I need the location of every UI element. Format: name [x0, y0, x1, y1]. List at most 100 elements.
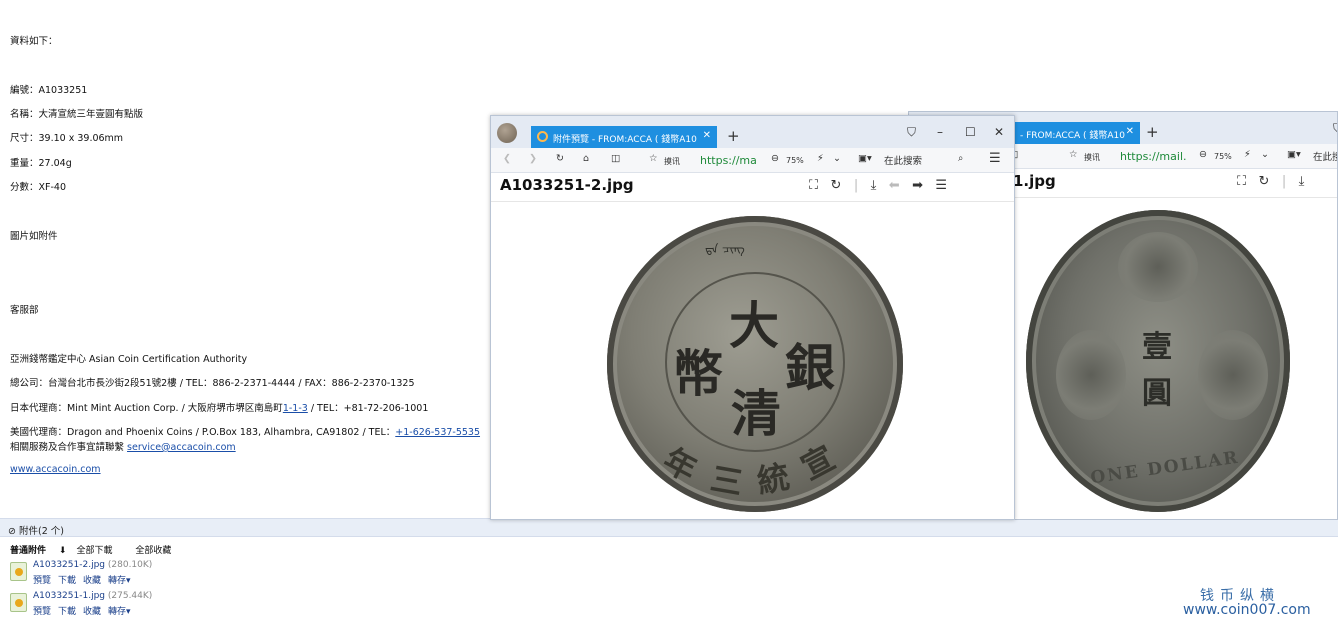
viewer-toolbar: ⛶ ↻ | ⤓ — [1237, 174, 1304, 189]
watermark-url: www.coin007.com — [1183, 602, 1311, 618]
mail-us-text: 美國代理商：Dragon and Phoenix Coins / P.O.Box… — [10, 427, 396, 438]
lightning-icon[interactable]: ⚡ — [1244, 149, 1251, 160]
save-link[interactable]: 收藏 — [83, 576, 101, 586]
star-icon[interactable]: ☆ — [1069, 149, 1078, 160]
download-all-label: 全部下載 — [76, 546, 113, 556]
mail-contact-email[interactable]: service@accacoin.com — [127, 442, 236, 453]
list-icon[interactable]: ☰ — [935, 178, 947, 193]
coin-char-yin: 銀 — [785, 338, 835, 397]
menu-icon[interactable]: ⛉ — [1333, 121, 1337, 136]
forward-dropdown[interactable]: 轉存▾ — [108, 607, 131, 617]
preview-window-obverse: 附件預覽 - FROM:ACCA ( 錢幣A10 ✕ + ⛉ – ☐ ✕ ❮ ❯… — [490, 115, 1015, 520]
minimize-icon[interactable]: – — [937, 125, 943, 139]
attachments-header[interactable]: ⊘ 附件(2 个) — [0, 518, 1338, 537]
coin-rim-char-xuan: 宣 — [794, 438, 842, 488]
chevron-down-icon[interactable]: ⌄ — [1261, 149, 1269, 160]
download-all-link[interactable]: ⬇ 全部下載 — [59, 546, 123, 556]
mail-name: 名稱：大清宣統三年壹圓有點版 — [10, 109, 144, 120]
close-tab-icon[interactable]: ✕ — [703, 130, 711, 141]
mail-us-tel[interactable]: +1-626-537-5535 — [395, 427, 480, 438]
new-tab-button[interactable]: + — [1146, 123, 1159, 141]
separator: | — [1281, 174, 1287, 189]
chevron-down-icon[interactable]: ⌄ — [833, 153, 841, 164]
image-file-icon — [10, 562, 27, 581]
search-engine-icon[interactable]: ▣▾ — [858, 153, 872, 164]
menu-icon[interactable]: ⛉ — [907, 125, 916, 140]
attachment-size: (275.44K) — [107, 591, 153, 601]
mail-jp: 日本代理商：Mint Mint Auction Corp. / 大阪府堺市堺区南… — [10, 400, 428, 414]
save-link[interactable]: 收藏 — [83, 607, 101, 617]
mail-intro: 資料如下： — [10, 36, 58, 47]
mail-jp-link[interactable]: 1-1-3 — [283, 403, 308, 414]
coin-manchu-legend: ᠳᠠ ᠴᠢᠩ — [705, 242, 745, 256]
download-link[interactable]: 下載 — [58, 607, 76, 617]
file-title: 1.jpg — [1013, 172, 1056, 190]
coin-rim-char-tong: 統 — [754, 457, 793, 501]
attachments-count: 附件(2 个) — [19, 526, 64, 537]
preview-link[interactable]: 預覽 — [33, 576, 51, 586]
close-tab-icon[interactable]: ✕ — [1126, 126, 1134, 137]
fit-screen-icon[interactable]: ⛶ — [809, 178, 818, 193]
star-icon[interactable]: ☆ — [649, 153, 658, 164]
arrow-left-icon[interactable]: ⬅ — [889, 178, 900, 193]
download-link[interactable]: 下載 — [58, 576, 76, 586]
rotate-icon[interactable]: ↻ — [831, 178, 842, 193]
tab-attachment-preview[interactable]: 附件預覽 - FROM:ACCA ( 錢幣A10 ✕ — [531, 126, 717, 148]
viewer-toolbar: ⛶ ↻ | ⤓ ⬅ ➡ ☰ — [809, 178, 947, 193]
tab-title: - FROM:ACCA ( 錢幣A10 — [1020, 131, 1125, 141]
tab-attachment-preview[interactable]: - FROM:ACCA ( 錢幣A10 ✕ — [1014, 122, 1140, 144]
zoom-icon[interactable]: ⊖ — [1199, 149, 1207, 160]
attachment-name[interactable]: A1033251-2.jpg — [33, 560, 105, 570]
forward-icon[interactable]: ❯ — [529, 153, 537, 164]
coin-char-bi: 幣 — [673, 344, 723, 403]
browser-icon — [537, 131, 548, 142]
file-title: A1033251-2.jpg — [500, 176, 634, 194]
dragon-head — [1118, 232, 1198, 302]
address-bar[interactable]: https://ma — [700, 154, 757, 167]
mail-contact: 相關服務及合作事宜請聯繫 service@accacoin.com — [10, 439, 236, 453]
search-input[interactable]: 在此搜 — [1313, 149, 1337, 163]
refresh-icon[interactable]: ↻ — [556, 153, 564, 164]
mail-website-link[interactable]: www.accacoin.com — [10, 464, 101, 475]
zoom-icon[interactable]: ⊖ — [771, 153, 779, 164]
coin-obverse-image: 大 幣 銀 清 ᠳᠠ ᠴᠢᠩ 年 三 統 宣 — [607, 216, 903, 512]
preview-link[interactable]: 預覽 — [33, 607, 51, 617]
coin-reverse-image: 壹 圓 ONE DOLLAR — [1026, 210, 1290, 512]
download-icon[interactable]: ⤓ — [1299, 174, 1305, 189]
search-icon[interactable]: ⌕ — [958, 153, 963, 164]
save-all-link[interactable]: 全部收藏 — [135, 546, 171, 556]
coin-char-yi: 壹 — [1142, 330, 1172, 365]
fit-screen-icon[interactable]: ⛶ — [1237, 174, 1246, 189]
back-icon[interactable]: ❮ — [503, 153, 511, 164]
mail-jp-tel: / TEL：+81-72-206-1001 — [307, 403, 429, 414]
lightning-icon[interactable]: ⚡ — [817, 153, 824, 164]
attachment-actions: 預覽 下載 收藏 轉存▾ — [33, 573, 138, 586]
new-tab-button[interactable]: + — [727, 127, 740, 145]
avatar[interactable] — [497, 123, 517, 143]
search-input[interactable]: 在此搜索 — [884, 153, 922, 167]
attachment-size: (280.10K) — [107, 560, 153, 570]
attachments-toolbar: 普通附件 ⬇ 全部下載 全部收藏 — [10, 543, 181, 556]
mail-weight: 重量：27.04g — [10, 158, 72, 169]
split-view-icon[interactable]: ◫ — [611, 153, 620, 164]
arrow-right-icon[interactable]: ➡ — [912, 178, 923, 193]
home-icon[interactable]: ⌂ — [583, 153, 589, 164]
favorites-link[interactable]: 摸讯 — [664, 156, 680, 167]
maximize-icon[interactable]: ☐ — [965, 125, 976, 139]
image-file-icon — [10, 593, 27, 612]
close-icon[interactable]: ✕ — [994, 125, 1004, 139]
favorites-link[interactable]: 摸讯 — [1084, 152, 1100, 163]
attachment-name[interactable]: A1033251-1.jpg — [33, 591, 105, 601]
hamburger-menu-icon[interactable]: ☰ — [989, 151, 1001, 166]
forward-dropdown[interactable]: 轉存▾ — [108, 576, 131, 586]
coin-rim-char-nian: 年 — [657, 440, 704, 490]
mail-us: 美國代理商：Dragon and Phoenix Coins / P.O.Box… — [10, 424, 480, 438]
mail-size: 尺寸：39.10 x 39.06mm — [10, 133, 124, 144]
rotate-icon[interactable]: ↻ — [1259, 174, 1270, 189]
zoom-level: 75% — [786, 156, 804, 165]
address-bar[interactable]: https://mail. — [1120, 150, 1187, 163]
coin-char-qing: 清 — [731, 384, 781, 443]
separator: | — [853, 178, 859, 193]
search-engine-icon[interactable]: ▣▾ — [1287, 149, 1301, 160]
download-icon[interactable]: ⤓ — [871, 178, 877, 193]
